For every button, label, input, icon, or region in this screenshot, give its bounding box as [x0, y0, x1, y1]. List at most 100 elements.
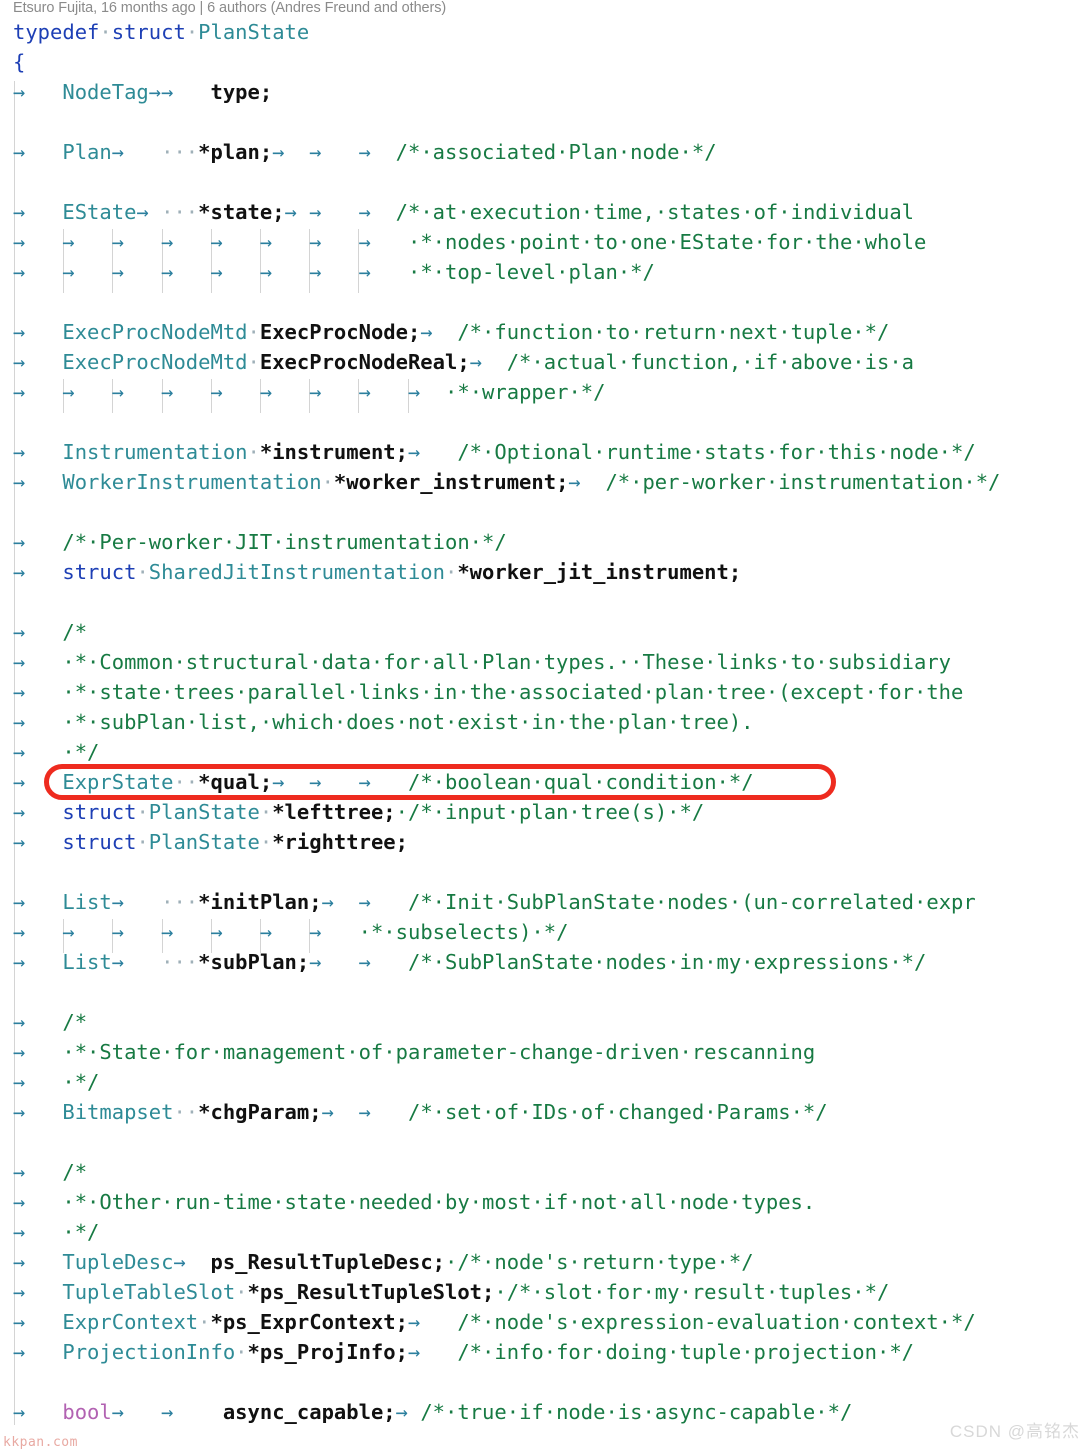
code-line[interactable]: → ·*·State·for·management·of·parameter-c…	[0, 1037, 1090, 1067]
code-line[interactable]: → struct·PlanState·*righttree;	[0, 827, 1090, 857]
code-line[interactable]	[0, 167, 1090, 197]
code-line[interactable]: → TupleDesc→ ps_ResultTupleDesc;·/*·node…	[0, 1247, 1090, 1277]
code-token-type: Instrumentation	[62, 440, 248, 464]
code-line[interactable]	[0, 407, 1090, 437]
code-token-type: ExecProcNodeMtd	[62, 350, 248, 374]
code-token-tab: →	[13, 1070, 26, 1094]
code-line[interactable]: {	[0, 47, 1090, 77]
code-token-sp: ·	[259, 800, 273, 824]
code-token-tab: →	[358, 770, 371, 794]
code-line[interactable]	[0, 1127, 1090, 1157]
code-token-cmt: /*·node's·expression-evaluation·context·…	[457, 1310, 976, 1334]
code-line[interactable]: → ExprContext·*ps_ExprContext;→ /*·node'…	[0, 1307, 1090, 1337]
code-line[interactable]: → struct·PlanState·*lefttree;·/*·input·p…	[0, 797, 1090, 827]
code-token-sp: ·	[185, 20, 199, 44]
code-line[interactable]: → ExprState··*qual;→ → → /*·boolean·qual…	[0, 767, 1090, 797]
code-token-tab: →	[469, 350, 483, 374]
code-line[interactable]: → Plan→ ···*plan;→ → → /*·associated·Pla…	[0, 137, 1090, 167]
code-line[interactable]: → ·*·Other·run-time·state·needed·by·most…	[0, 1187, 1090, 1217]
code-token-id: *initPlan;	[198, 890, 322, 914]
code-token-tab: →	[13, 680, 26, 704]
code-token-tab: →	[161, 260, 174, 284]
code-token-tab: →	[62, 380, 75, 404]
code-line[interactable]: typedef·struct·PlanState	[0, 17, 1090, 47]
code-line[interactable]: → bool→ → async_capable;→ /*·true·if·nod…	[0, 1397, 1090, 1427]
code-token-tab: →	[321, 1100, 334, 1124]
code-line[interactable]: → EState→ ···*state;→ → → /*·at·executio…	[0, 197, 1090, 227]
code-line[interactable]: → struct·SharedJitInstrumentation·*worke…	[0, 557, 1090, 587]
code-line[interactable]	[0, 497, 1090, 527]
code-token-tab: →	[13, 230, 26, 254]
code-line[interactable]: → ·*/	[0, 1217, 1090, 1247]
code-line[interactable]: → → → → → → → ·*·subselects)·*/	[0, 917, 1090, 947]
code-token-tab: →	[309, 200, 322, 224]
code-line[interactable]	[0, 1367, 1090, 1397]
code-token-cmt: /*·set·of·IDs·of·changed·Params·*/	[407, 1100, 828, 1124]
code-token-cmt: ·*·subPlan·list,·which·does·not·exist·in…	[62, 710, 754, 734]
code-token-tab: →	[358, 140, 371, 164]
code-line[interactable]: → /*	[0, 617, 1090, 647]
code-token-id: *worker_jit_instrument;	[457, 560, 742, 584]
code-line[interactable]: → → → → → → → → → ·*·wrapper·*/	[0, 377, 1090, 407]
code-lines-container[interactable]: typedef·struct·PlanState{→ NodeTag→→ typ…	[0, 17, 1090, 1427]
code-line[interactable]	[0, 587, 1090, 617]
code-line[interactable]	[0, 857, 1090, 887]
code-token-type: List	[62, 950, 112, 974]
code-token-cmt: ·*/	[62, 1070, 100, 1094]
code-line[interactable]: → ·*/	[0, 1067, 1090, 1097]
code-line[interactable]: → ·*·state·trees·parallel·links·in·the·a…	[0, 677, 1090, 707]
code-line[interactable]: → WorkerInstrumentation·*worker_instrume…	[0, 467, 1090, 497]
code-line[interactable]: → /*·Per-worker·JIT·instrumentation·*/	[0, 527, 1090, 557]
code-line[interactable]	[0, 977, 1090, 1007]
code-line[interactable]: → ExecProcNodeMtd·ExecProcNodeReal;→ /*·…	[0, 347, 1090, 377]
code-token-cmt: ·*·Common·structural·data·for·all·Plan·t…	[62, 650, 952, 674]
code-token-cmt: /*	[62, 620, 88, 644]
code-token-tab: →	[408, 380, 421, 404]
code-token-tab: →	[13, 1220, 26, 1244]
code-line[interactable]: → Instrumentation·*instrument;→ /*·Optio…	[0, 437, 1090, 467]
code-line[interactable]: → → → → → → → → ·*·nodes·point·to·one·ES…	[0, 227, 1090, 257]
code-token-tab: →	[13, 920, 26, 944]
code-line[interactable]: → ProjectionInfo·*ps_ProjInfo;→ /*·info·…	[0, 1337, 1090, 1367]
code-token-id: *state;	[198, 200, 285, 224]
code-line[interactable]: → → → → → → → → ·*·top-level·plan·*/	[0, 257, 1090, 287]
code-token-tab: →	[13, 770, 26, 794]
code-token-tab: →	[358, 1100, 371, 1124]
csdn-watermark: CSDN @高铭杰	[949, 1422, 1080, 1441]
code-token-cmt: ·*·Other·run-time·state·needed·by·most·i…	[62, 1190, 816, 1214]
code-line[interactable]: → Bitmapset··*chgParam;→ → /*·set·of·IDs…	[0, 1097, 1090, 1127]
code-token-cmt: ·*·subselects)·*/	[358, 920, 569, 944]
code-line[interactable]: → /*	[0, 1157, 1090, 1187]
code-line[interactable]: → List→ ···*subPlan;→ → /*·SubPlanState·…	[0, 947, 1090, 977]
code-token-sp: ·	[235, 1340, 248, 1364]
code-line[interactable]: → TupleTableSlot·*ps_ResultTupleSlot;·/*…	[0, 1277, 1090, 1307]
code-line[interactable]: → List→ ···*initPlan;→ → /*·Init·SubPlan…	[0, 887, 1090, 917]
code-token-cmt: /*·true·if·node·is·async-capable·*/	[420, 1400, 853, 1424]
code-editor-surface[interactable]: typedef·struct·PlanState{→ NodeTag→→ typ…	[0, 17, 1090, 1454]
code-token-tab: →	[13, 530, 26, 554]
code-token-id: *righttree;	[272, 830, 408, 854]
code-line[interactable]: → ·*·subPlan·list,·which·does·not·exist·…	[0, 707, 1090, 737]
code-line[interactable]: → NodeTag→→ type;	[0, 77, 1090, 107]
code-line[interactable]: → ExecProcNodeMtd·ExecProcNode;→ /*·func…	[0, 317, 1090, 347]
code-line[interactable]: → /*	[0, 1007, 1090, 1037]
code-line[interactable]	[0, 107, 1090, 137]
code-line[interactable]: → ·*/	[0, 737, 1090, 767]
code-line[interactable]: → ·*·Common·structural·data·for·all·Plan…	[0, 647, 1090, 677]
code-line[interactable]	[0, 287, 1090, 317]
